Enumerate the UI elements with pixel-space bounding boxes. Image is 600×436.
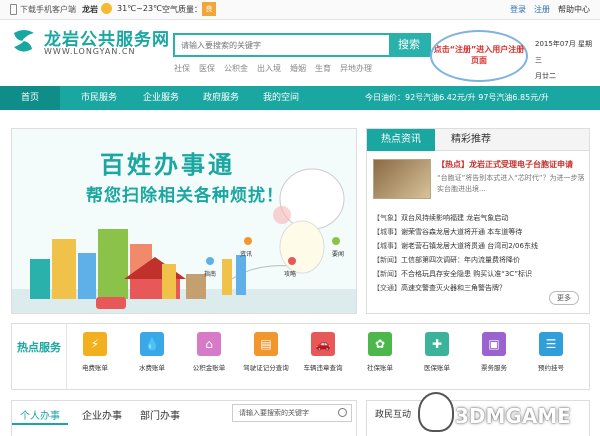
service-item[interactable]: ⚡ 电费账单 — [72, 332, 118, 372]
service-item-label: 驾驶证记分查询 — [243, 364, 289, 372]
service-item-label: 车辆违章查询 — [303, 364, 343, 372]
hot-keyword[interactable]: 异地办理 — [340, 63, 372, 74]
lightning-icon: ⚡ — [83, 332, 107, 356]
promo-banner[interactable]: 百姓办事通 帮您扫除相关各种烦扰！ 资讯 指南 攻略 要闻 — [11, 128, 357, 314]
hot-keyword[interactable]: 婚姻 — [290, 63, 306, 74]
top-utility-bar: 下载手机客户端 龙岩 31℃~23℃ 空气质量： 良 登录 注册 帮助中心 — [0, 0, 600, 20]
news-tabs: 热点资讯 精彩推荐 — [367, 129, 589, 151]
news-item[interactable]: 【城事】谢老营石镇龙居大道将贯通 台湾司2/06东线 — [373, 239, 585, 253]
main-search: 搜索 — [173, 33, 431, 57]
main-search-input[interactable] — [175, 35, 390, 55]
hot-keyword[interactable]: 医保 — [199, 63, 215, 74]
service-item-label: 电费账单 — [82, 364, 108, 372]
lead-news-summary: “台胞证”将告别本式进入“芯时代”？为进一步落实台胞进出境... — [437, 174, 585, 193]
nav-item-home[interactable]: 首页 — [0, 86, 60, 110]
service-item[interactable]: 🚗 车辆违章查询 — [300, 332, 346, 372]
sun-icon — [101, 3, 112, 14]
account-links: 登录 注册 帮助中心 — [510, 4, 590, 15]
search-icon[interactable] — [338, 408, 347, 417]
oil-price-ticker: 今日油价：92号汽油6.42元/升 97号汽油6.85元/升 — [365, 93, 549, 102]
service-item-label: 预约挂号 — [538, 364, 564, 372]
air-quality-badge: 良 — [202, 2, 216, 16]
interaction-title: 政民互动 — [375, 410, 412, 420]
service-item-label: 医保账单 — [424, 364, 450, 372]
tab-recommend[interactable]: 精彩推荐 — [451, 129, 491, 151]
active-tab-underline — [12, 423, 68, 425]
phone-icon — [10, 4, 17, 15]
hot-keyword[interactable]: 公积金 — [224, 63, 248, 74]
medkit-icon: ✚ — [425, 332, 449, 356]
affairs-search-input[interactable]: 请输入要搜索的关键字 — [232, 404, 352, 422]
mobile-client-link[interactable]: 下载手机客户端 — [10, 4, 76, 15]
lead-news-image[interactable] — [373, 159, 431, 199]
service-item[interactable]: ✿ 社保账单 — [357, 332, 403, 372]
car-icon: 🚗 — [311, 332, 335, 356]
house-icon: ⌂ — [197, 332, 221, 356]
news-item[interactable]: 【新闻】不合格玩具存安全隐患 购买认准“3C”标识 — [373, 267, 585, 281]
main-search-button[interactable]: 搜索 — [389, 35, 429, 55]
news-item[interactable]: 【气象】双台风持续影响福建 龙岩气象启动 — [373, 211, 585, 225]
city-skyline-illustration — [12, 168, 356, 313]
service-item-label: 票务服务 — [481, 364, 507, 372]
ticket-icon: ▣ — [482, 332, 506, 356]
nav-item-citizen[interactable]: 市民服务 — [68, 86, 130, 110]
news-item[interactable]: 【城事】谢荣雪谷森龙居大道将开通 本车道等待 — [373, 225, 585, 239]
register-icon: ☰ — [539, 332, 563, 356]
tab-hot-news[interactable]: 热点资讯 — [367, 129, 435, 151]
nav-item-my-space[interactable]: 我的空间 — [250, 86, 312, 110]
map-pin-icon — [288, 257, 296, 265]
tab-department-affairs[interactable]: 部门办事 — [140, 407, 180, 422]
date-display: 2015年07月 星期三 月廿二 — [535, 40, 592, 80]
hot-services: 热点服务 ⚡ 电费账单 💧 水费账单 ⌂ 公积金账单 ▤ 驾驶证记分查询 🚗 车辆违章查询 ✿ 社保账… — [11, 323, 590, 390]
hot-keyword[interactable]: 社保 — [174, 63, 190, 74]
watermark-mascot-icon — [418, 392, 454, 432]
service-item[interactable]: 💧 水费账单 — [129, 332, 175, 372]
flower-icon: ✿ — [368, 332, 392, 356]
service-item-label: 社保账单 — [367, 364, 393, 372]
service-item[interactable]: ⌂ 公积金账单 — [186, 332, 232, 372]
news-panel: 热点资讯 精彩推荐 【热点】龙岩正式受理电子台胞证申请 “台胞证”将告别本式进入… — [366, 128, 590, 314]
map-pin-icon — [332, 237, 340, 245]
register-link[interactable]: 注册 — [534, 4, 550, 15]
weather-temp: 31℃~23℃ — [117, 4, 163, 13]
more-news-button[interactable]: 更多 — [549, 291, 579, 305]
service-item[interactable]: ☰ 预约挂号 — [528, 332, 574, 372]
map-pin-icon — [244, 237, 252, 245]
service-item[interactable]: ✚ 医保账单 — [414, 332, 460, 372]
nav-item-enterprise[interactable]: 企业服务 — [130, 86, 192, 110]
news-item[interactable]: 【新闻】工信部第四次调研：年内流量费将降价 — [373, 253, 585, 267]
hot-keyword[interactable]: 出入境 — [257, 63, 281, 74]
lead-news-title[interactable]: 【热点】龙岩正式受理电子台胞证申请 — [437, 159, 587, 170]
register-callout: 点击“注册”进入用户注册页面 — [430, 30, 528, 82]
service-item[interactable]: ▣ 票务服务 — [471, 332, 517, 372]
service-item-label: 水费账单 — [139, 364, 165, 372]
service-item[interactable]: ▤ 驾驶证记分查询 — [243, 332, 289, 372]
service-item-label: 公积金账单 — [192, 364, 226, 372]
map-pin-icon — [206, 257, 214, 265]
tab-personal-affairs[interactable]: 个人办事 — [20, 407, 60, 422]
login-link[interactable]: 登录 — [510, 4, 526, 15]
logo-icon[interactable] — [10, 27, 38, 55]
tab-enterprise-affairs[interactable]: 企业办事 — [82, 407, 122, 422]
water-drop-icon: 💧 — [140, 332, 164, 356]
hot-keywords: 社保 医保 公积金 出入境 婚姻 生育 异地办理 — [174, 63, 372, 74]
news-list: 【气象】双台风持续影响福建 龙岩气象启动 【城事】谢荣雪谷森龙居大道将开通 本车… — [373, 211, 585, 295]
site-logo-url: WWW.LONGYAN.CN — [44, 47, 136, 56]
main-nav: 首页 市民服务 企业服务 政府服务 我的空间 今日油价：92号汽油6.42元/升… — [0, 86, 600, 110]
air-quality-label: 空气质量： — [162, 5, 202, 14]
watermark: 3DMGAME — [455, 404, 571, 428]
nav-item-government[interactable]: 政府服务 — [190, 86, 252, 110]
license-icon: ▤ — [254, 332, 278, 356]
hot-services-label: 热点服务 — [12, 324, 67, 389]
hot-keyword[interactable]: 生育 — [315, 63, 331, 74]
weather-city: 龙岩 — [82, 5, 98, 14]
help-center-link[interactable]: 帮助中心 — [558, 4, 590, 15]
